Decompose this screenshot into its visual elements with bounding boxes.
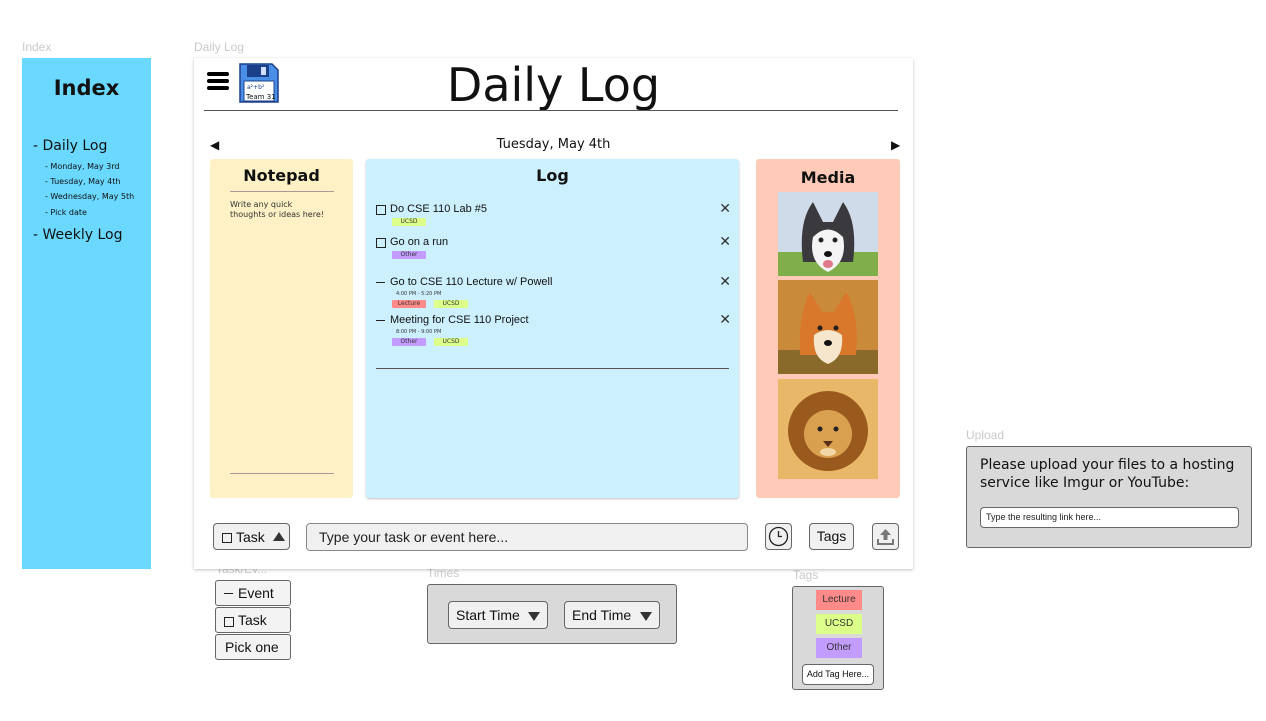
event-text[interactable]: Meeting for CSE 110 Project bbox=[390, 314, 529, 326]
page-title: Daily Log bbox=[446, 58, 661, 112]
tags-frame-label: Tags bbox=[793, 568, 819, 582]
tag-other: Other bbox=[392, 338, 426, 346]
index-link-daily-log[interactable]: - Daily Log bbox=[33, 138, 107, 154]
upload-message: Please upload your files to a hosting se… bbox=[980, 457, 1235, 491]
lion-photo[interactable] bbox=[778, 379, 878, 479]
end-time-label: End Time bbox=[572, 607, 632, 623]
chevron-down-icon bbox=[528, 612, 540, 621]
entry-type-dropdown[interactable]: Task bbox=[213, 523, 290, 550]
upload-panel: Please upload your files to a hosting se… bbox=[966, 446, 1252, 548]
tag-ucsd: UCSD bbox=[392, 218, 426, 226]
option-event-label: Event bbox=[238, 585, 274, 601]
index-link-day[interactable]: - Tuesday, May 4th bbox=[45, 177, 120, 186]
option-task[interactable]: Task bbox=[215, 607, 291, 633]
event-bullet bbox=[376, 320, 385, 321]
tags-button[interactable]: Tags bbox=[809, 523, 854, 550]
task-text[interactable]: Do CSE 110 Lab #5 bbox=[390, 203, 487, 215]
current-date: Tuesday, May 4th bbox=[496, 137, 611, 152]
index-link-weekly-log[interactable]: - Weekly Log bbox=[33, 227, 123, 243]
event-text[interactable]: Go to CSE 110 Lecture w/ Powell bbox=[390, 276, 552, 288]
delete-icon[interactable]: ✕ bbox=[719, 274, 731, 290]
media-title: Media bbox=[800, 168, 856, 187]
dash-icon bbox=[224, 593, 233, 594]
tags-panel: Lecture UCSD Other Add Tag Here... bbox=[792, 586, 884, 690]
tag-other: Other bbox=[392, 251, 426, 259]
log-divider bbox=[376, 368, 729, 369]
index-sidebar: Index - Daily Log - Monday, May 3rd - Tu… bbox=[22, 58, 151, 569]
shiba-photo[interactable] bbox=[778, 280, 878, 374]
triangle-up-icon bbox=[273, 532, 285, 541]
add-tag-input[interactable]: Add Tag Here... bbox=[802, 664, 874, 685]
option-pick-one-label: Pick one bbox=[225, 639, 279, 655]
option-event[interactable]: Event bbox=[215, 580, 291, 606]
delete-icon[interactable]: ✕ bbox=[719, 234, 731, 250]
tag-option-other[interactable]: Other bbox=[816, 638, 862, 658]
daily-log-page: a²+b² Team 31 Daily Log ◀ Tuesday, May 4… bbox=[194, 58, 913, 569]
tag-lecture: Lecture bbox=[392, 300, 426, 308]
start-time-dropdown[interactable]: Start Time bbox=[448, 601, 548, 629]
index-link-day[interactable]: - Monday, May 3rd bbox=[45, 162, 120, 171]
task-checkbox[interactable] bbox=[376, 205, 386, 215]
notepad-bottom-line bbox=[230, 473, 334, 474]
upload-button[interactable] bbox=[872, 523, 899, 550]
end-time-dropdown[interactable]: End Time bbox=[564, 601, 660, 629]
notepad-textarea[interactable]: Write any quick thoughts or ideas here! bbox=[230, 200, 330, 220]
delete-icon[interactable]: ✕ bbox=[719, 312, 731, 328]
tag-ucsd: UCSD bbox=[434, 300, 468, 308]
upload-frame-label: Upload bbox=[966, 428, 1005, 442]
log-card: Log Do CSE 110 Lab #5 ✕ UCSD Go on a run… bbox=[366, 159, 739, 498]
task-input[interactable]: Type your task or event here... bbox=[306, 523, 748, 551]
index-link-pick-date[interactable]: - Pick date bbox=[45, 208, 87, 217]
checkbox-icon bbox=[224, 617, 234, 627]
media-card: Media bbox=[756, 159, 900, 498]
start-time-label: Start Time bbox=[456, 607, 520, 623]
index-link-day[interactable]: - Wednesday, May 5th bbox=[45, 192, 134, 201]
entry-type-menu: Event Task Pick one bbox=[215, 580, 291, 662]
times-panel: Start Time End Time bbox=[427, 584, 677, 644]
chevron-down-icon bbox=[640, 612, 652, 621]
checkbox-icon bbox=[222, 533, 232, 543]
tag-option-ucsd[interactable]: UCSD bbox=[816, 614, 862, 634]
index-title: Index bbox=[53, 76, 120, 100]
event-bullet bbox=[376, 282, 385, 283]
tag-ucsd: UCSD bbox=[434, 338, 468, 346]
title-divider bbox=[204, 110, 898, 111]
husky-photo[interactable] bbox=[778, 192, 878, 276]
log-title: Log bbox=[536, 166, 569, 185]
entry-type-label: Task bbox=[236, 529, 265, 545]
delete-icon[interactable]: ✕ bbox=[719, 201, 731, 217]
time-button[interactable] bbox=[765, 523, 792, 550]
tag-option-lecture[interactable]: Lecture bbox=[816, 590, 862, 610]
option-pick-one[interactable]: Pick one bbox=[215, 634, 291, 660]
option-task-label: Task bbox=[238, 612, 267, 628]
notepad-title: Notepad bbox=[243, 166, 320, 185]
task-checkbox[interactable] bbox=[376, 238, 386, 248]
notepad-card: Notepad Write any quick thoughts or idea… bbox=[210, 159, 353, 498]
clock-icon bbox=[768, 526, 789, 547]
task-text[interactable]: Go on a run bbox=[390, 236, 448, 248]
next-day-button[interactable]: ▶ bbox=[891, 138, 900, 152]
daily-log-frame-label: Daily Log bbox=[194, 40, 245, 54]
upload-icon bbox=[877, 529, 894, 545]
upload-link-input[interactable]: Type the resulting link here... bbox=[980, 507, 1239, 528]
event-time: 8:00 PM - 9:00 PM bbox=[396, 329, 442, 335]
index-frame-label: Index bbox=[22, 40, 52, 54]
event-time: 4:00 PM - 5:20 PM bbox=[396, 291, 442, 297]
notepad-title-divider bbox=[230, 191, 334, 192]
